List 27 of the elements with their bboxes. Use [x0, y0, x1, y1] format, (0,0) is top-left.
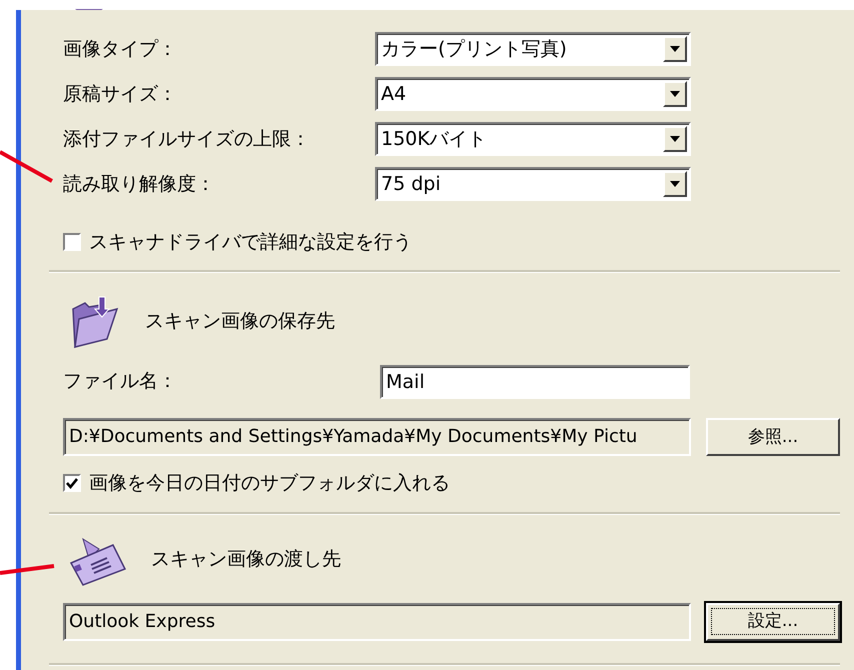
dropdown[interactable]: カラー(プリント写真) [375, 32, 691, 66]
field-label: 添付ファイルサイズの上限： [63, 128, 311, 150]
leader-line [0, 150, 53, 183]
field-label: 原稿サイズ： [63, 82, 178, 106]
field-label: ファイル名： [63, 370, 178, 394]
dropdown-value: 75 dpi [381, 172, 441, 196]
folder-icon [69, 294, 121, 349]
leader-line [0, 564, 54, 575]
field-label: 画像タイプ： [63, 38, 178, 60]
app-field: Outlook Express [63, 602, 691, 641]
dropdown[interactable]: 75 dpi [375, 167, 691, 201]
dropdown-value: カラー(プリント写真) [381, 38, 567, 60]
dropdown-value: 150Kバイト [381, 128, 487, 150]
checkbox[interactable] [63, 233, 81, 252]
path-field: D:¥Documents and Settings¥Yamada¥My Documents¥My Pictu [63, 418, 691, 456]
dropdown[interactable]: A4 [375, 77, 691, 111]
section-heading: スキャン画像の渡し先 [151, 548, 341, 571]
field-label: 読み取り解像度： [63, 172, 216, 196]
checkbox-label: 画像を今日の日付のサブフォルダに入れる [89, 472, 450, 495]
checkbox[interactable] [63, 474, 81, 492]
section-heading: スキャン画像の保存先 [145, 310, 335, 334]
text-field[interactable]: Mail [380, 364, 690, 399]
browse-button[interactable]: 参照... [706, 418, 840, 456]
checkbox-label: スキャナドライバで詳細な設定を行う [89, 231, 412, 254]
dropdown[interactable]: 150Kバイト [375, 122, 691, 156]
settings-button[interactable]: 設定... [706, 602, 840, 641]
dropdown-value: A4 [381, 82, 406, 106]
